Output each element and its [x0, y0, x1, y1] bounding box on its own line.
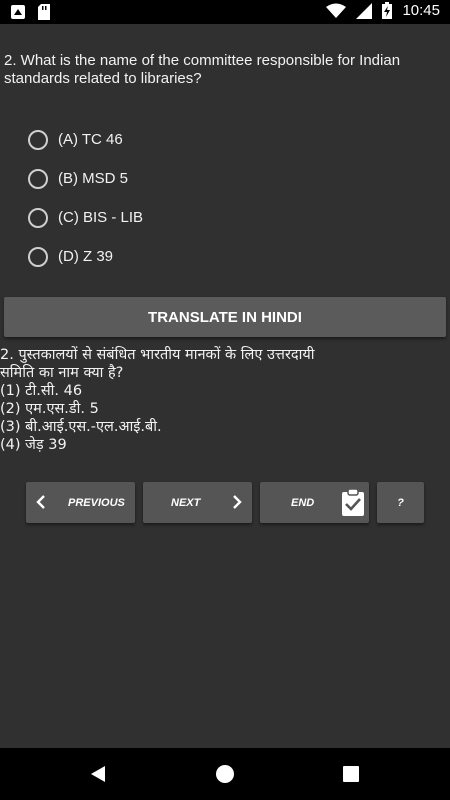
back-icon[interactable]	[89, 765, 107, 783]
radio-button[interactable]	[28, 246, 48, 267]
radio-button[interactable]	[28, 168, 48, 189]
option-label: (C) BIS - LIB	[58, 209, 144, 226]
hindi-line: (1) टी.सी. 46	[0, 383, 83, 399]
option-label: (B) MSD 5	[58, 170, 129, 187]
previous-button[interactable]: PREVIOUS	[26, 482, 135, 523]
status-bar: 10:45	[0, 0, 450, 24]
home-icon[interactable]	[216, 765, 234, 783]
signal-icon	[356, 2, 373, 19]
battery-charging-icon	[382, 2, 393, 19]
translate-hindi-button[interactable]: TRANSLATE IN HINDI	[4, 297, 446, 337]
option-d[interactable]: (D) Z 39	[28, 237, 408, 276]
sd-card-icon	[38, 4, 50, 20]
end-label: END	[291, 496, 315, 509]
hindi-line: (3) बी.आई.एस.-एल.आई.बी.	[0, 419, 162, 435]
chevron-left-icon	[36, 495, 45, 509]
help-button[interactable]: ?	[377, 482, 424, 523]
radio-button[interactable]	[28, 129, 48, 150]
hindi-translation: 2. पुस्तकालयों से संबंधित भारतीय मानकों …	[0, 346, 440, 454]
clipboard-check-icon	[342, 489, 364, 516]
chevron-right-icon	[233, 495, 242, 509]
notification-icon	[11, 5, 25, 19]
question-text: 2. What is the name of the committee res…	[4, 52, 401, 87]
option-label: (A) TC 46	[58, 131, 123, 148]
next-button[interactable]: NEXT	[143, 482, 252, 523]
hindi-line: समिति का नाम क्या है?	[0, 365, 124, 381]
end-button[interactable]: END	[260, 482, 369, 523]
previous-label: PREVIOUS	[68, 496, 125, 509]
status-time: 10:45	[402, 2, 440, 19]
help-label: ?	[397, 496, 404, 509]
recent-apps-icon[interactable]	[343, 766, 359, 782]
option-c[interactable]: (C) BIS - LIB	[28, 198, 408, 237]
hindi-line: (2) एम.एस.डी. 5	[0, 401, 99, 417]
hindi-line: 2. पुस्तकालयों से संबंधित भारतीय मानकों …	[0, 347, 315, 363]
system-navigation-bar	[0, 748, 450, 800]
radio-button[interactable]	[28, 207, 48, 228]
option-b[interactable]: (B) MSD 5	[28, 159, 408, 198]
option-label: (D) Z 39	[58, 248, 114, 265]
next-label: NEXT	[171, 496, 201, 509]
answer-options: (A) TC 46 (B) MSD 5 (C) BIS - LIB (D) Z …	[28, 120, 408, 276]
hindi-line: (4) जेड़ 39	[0, 437, 67, 453]
wifi-icon	[326, 3, 347, 18]
option-a[interactable]: (A) TC 46	[28, 120, 408, 159]
